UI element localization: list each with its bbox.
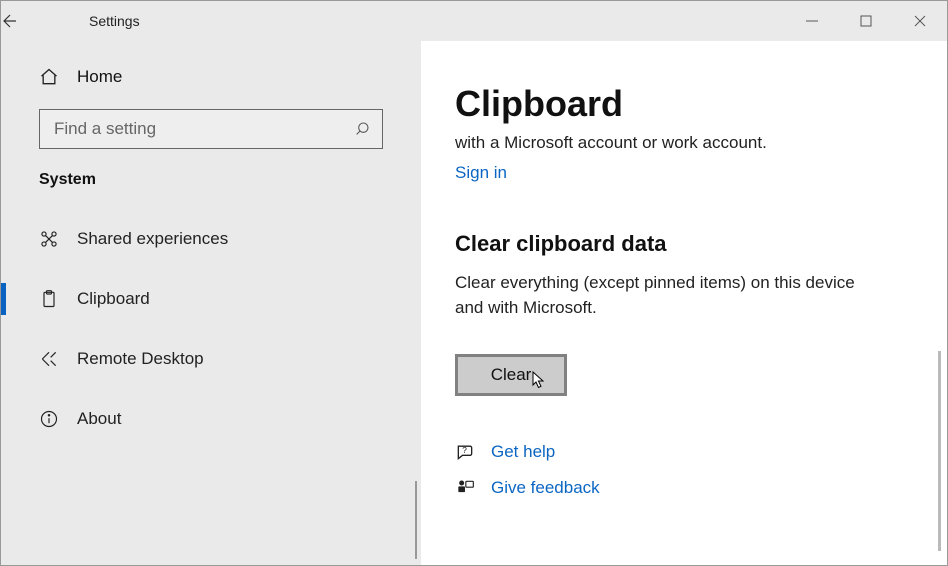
main-scrollbar[interactable]: [938, 351, 941, 551]
maximize-icon: [860, 15, 872, 27]
back-button[interactable]: [1, 12, 51, 30]
page-title: Clipboard: [455, 83, 917, 125]
sidebar-item-label: Remote Desktop: [77, 349, 204, 369]
page-subtitle: with a Microsoft account or work account…: [455, 133, 917, 153]
sign-in-link[interactable]: Sign in: [455, 163, 507, 183]
search-icon: [354, 121, 370, 137]
sidebar-item-about[interactable]: About: [1, 389, 421, 449]
sidebar-item-remote-desktop[interactable]: Remote Desktop: [1, 329, 421, 389]
home-icon: [39, 67, 77, 87]
minimize-button[interactable]: [785, 1, 839, 41]
close-icon: [914, 15, 926, 27]
sidebar-item-shared-experiences[interactable]: Shared experiences: [1, 209, 421, 269]
give-feedback-row[interactable]: Give feedback: [455, 478, 917, 498]
maximize-button[interactable]: [839, 1, 893, 41]
shared-experiences-icon: [39, 229, 77, 249]
help-icon: ?: [455, 442, 475, 462]
search-box[interactable]: [39, 109, 383, 149]
sidebar-scroll-indicator: [415, 481, 417, 559]
sidebar-item-label: Clipboard: [77, 289, 150, 309]
main-content: Clipboard with a Microsoft account or wo…: [421, 41, 947, 565]
clear-button-label: Clear: [491, 365, 532, 385]
section-title: Clear clipboard data: [455, 231, 917, 257]
svg-text:?: ?: [462, 445, 467, 455]
sidebar: Home System Shared experiences Clipb: [1, 41, 421, 565]
clear-button[interactable]: Clear: [455, 354, 567, 396]
settings-window: Settings Home System: [0, 0, 948, 566]
arrow-left-icon: [1, 12, 19, 30]
info-icon: [39, 409, 77, 429]
body: Home System Shared experiences Clipb: [1, 41, 947, 565]
remote-desktop-icon: [39, 349, 77, 369]
get-help-link[interactable]: Get help: [491, 442, 555, 462]
sidebar-home-label: Home: [77, 67, 122, 87]
minimize-icon: [806, 15, 818, 27]
section-description: Clear everything (except pinned items) o…: [455, 271, 885, 320]
sidebar-category: System: [1, 171, 421, 209]
titlebar: Settings: [1, 1, 947, 41]
sidebar-item-label: Shared experiences: [77, 229, 228, 249]
close-button[interactable]: [893, 1, 947, 41]
sidebar-home[interactable]: Home: [1, 41, 421, 105]
clipboard-icon: [39, 289, 77, 309]
app-title: Settings: [51, 13, 140, 29]
cursor-pointer-icon: [532, 371, 546, 389]
sidebar-item-label: About: [77, 409, 121, 429]
search-input[interactable]: [54, 119, 354, 139]
feedback-icon: [455, 478, 475, 498]
sidebar-item-clipboard[interactable]: Clipboard: [1, 269, 421, 329]
give-feedback-link[interactable]: Give feedback: [491, 478, 600, 498]
get-help-row[interactable]: ? Get help: [455, 442, 917, 462]
